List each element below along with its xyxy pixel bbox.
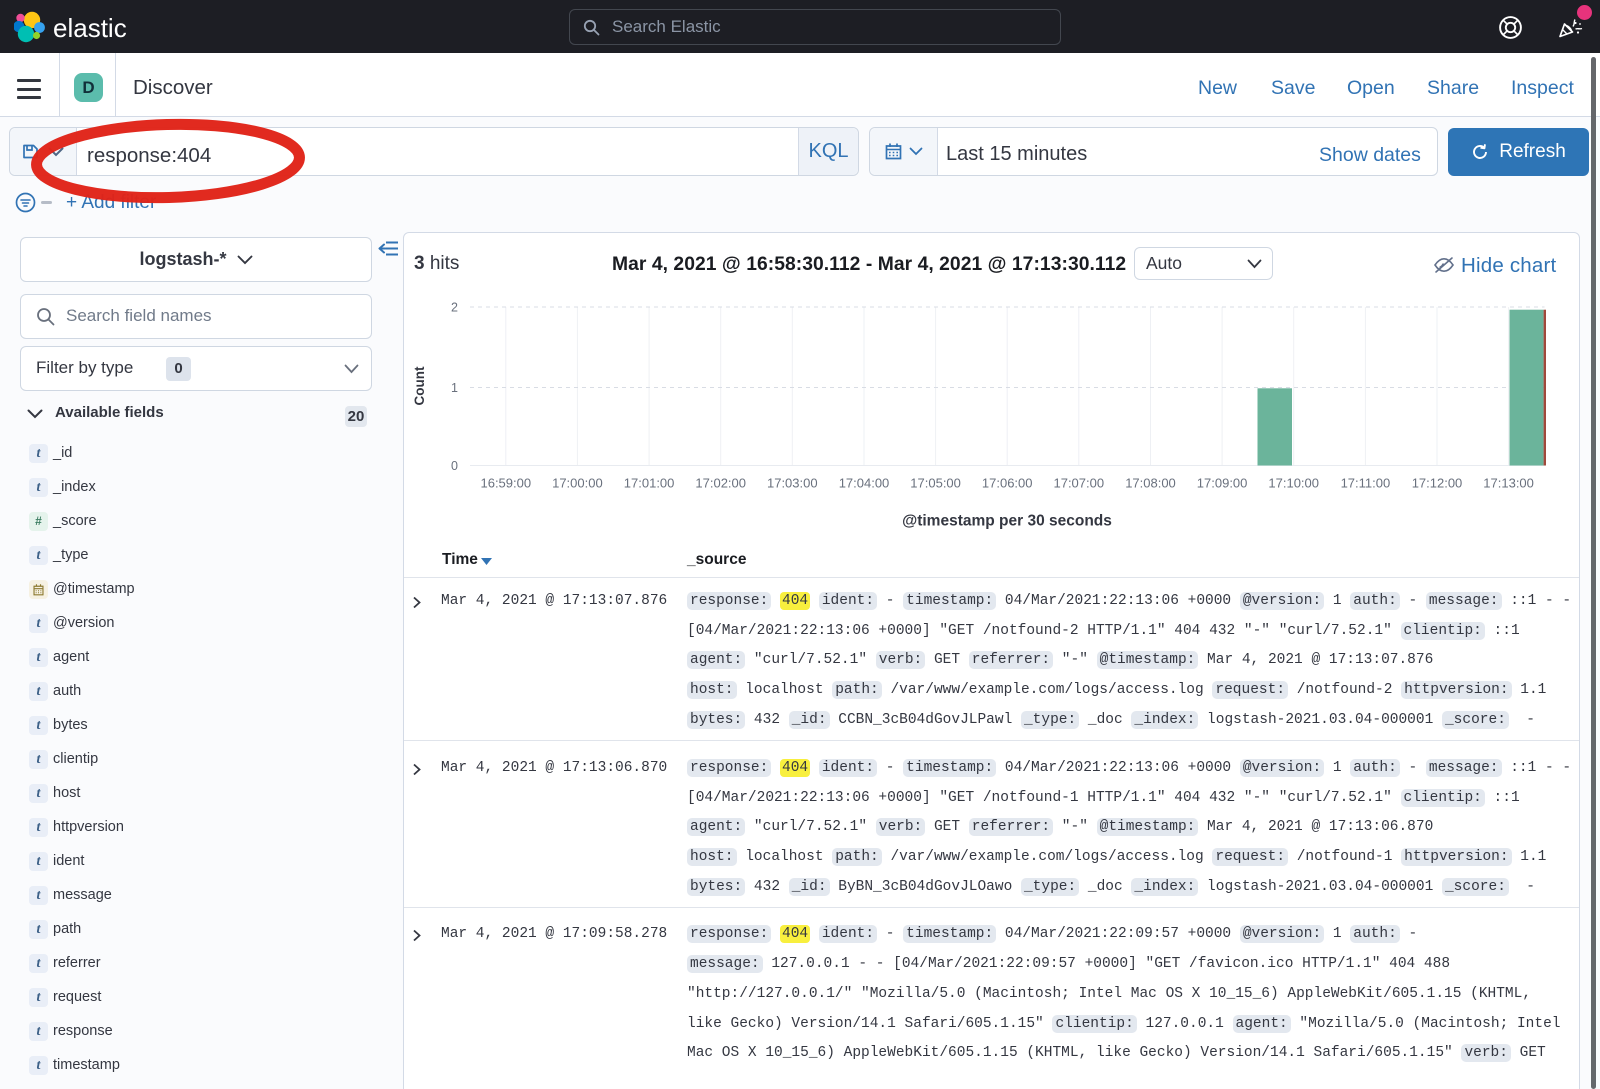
svg-text:17:12:00: 17:12:00 [1412,476,1463,491]
svg-text:1: 1 [451,381,458,395]
svg-text:17:08:00: 17:08:00 [1125,476,1176,491]
svg-text:17:00:00: 17:00:00 [552,476,603,491]
svg-text:17:10:00: 17:10:00 [1268,476,1319,491]
svg-text:17:01:00: 17:01:00 [624,476,675,491]
svg-text:17:05:00: 17:05:00 [910,476,961,491]
svg-text:@timestamp per 30 seconds: @timestamp per 30 seconds [902,513,1112,530]
svg-text:17:09:00: 17:09:00 [1197,476,1248,491]
svg-text:17:03:00: 17:03:00 [767,476,818,491]
svg-text:17:11:00: 17:11:00 [1341,476,1391,491]
svg-text:17:04:00: 17:04:00 [839,476,890,491]
svg-text:Count: Count [412,366,427,405]
svg-text:17:07:00: 17:07:00 [1053,476,1104,491]
svg-text:16:59:00: 16:59:00 [480,476,531,491]
svg-text:17:06:00: 17:06:00 [982,476,1033,491]
svg-text:17:02:00: 17:02:00 [695,476,746,491]
svg-text:2: 2 [451,301,458,315]
svg-text:0: 0 [451,459,458,473]
svg-text:17:13:00: 17:13:00 [1483,476,1534,491]
